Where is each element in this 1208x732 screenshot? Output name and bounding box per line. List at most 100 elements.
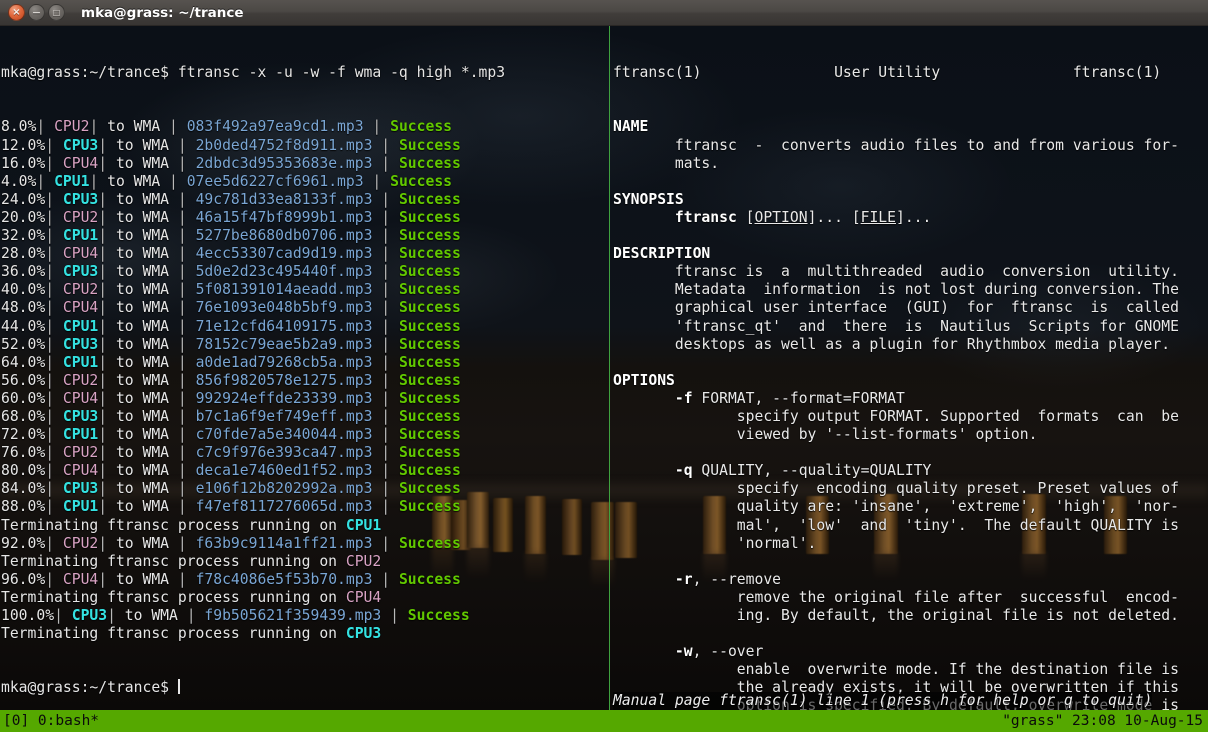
status-badge: Success	[398, 335, 461, 353]
status-badge: Success	[398, 426, 461, 444]
conversion-row: 76.0%| CPU2| to WMA | c7c9f976e393ca47.m…	[1, 444, 609, 462]
pane-manpage[interactable]: ftransc(1) User Utility ftransc(1) NAME …	[610, 26, 1208, 710]
conversion-row: 72.0%| CPU1| to WMA | c70fde7a5e340044.m…	[1, 426, 609, 444]
field-separator: |	[45, 263, 55, 281]
field-separator: |	[45, 353, 55, 371]
field-separator: |	[45, 498, 55, 516]
man-blank-line	[613, 553, 1208, 571]
man-option-flag: -w	[674, 643, 693, 661]
target-format: to WMA	[107, 498, 178, 516]
field-separator: |	[177, 299, 196, 317]
man-body-line: ftransc - converts audio files to and fr…	[613, 137, 1208, 155]
tmux-window-list[interactable]: [0] 0:bash*	[3, 710, 99, 732]
field-separator: |	[45, 335, 55, 353]
conversion-row: 28.0%| CPU4| to WMA | 4ecc53307cad9d19.m…	[1, 245, 609, 263]
maximize-button[interactable]: □	[48, 4, 65, 21]
man-heading-text: SYNOPSIS	[613, 190, 684, 208]
field-separator: |	[372, 227, 399, 245]
field-separator: |	[177, 208, 196, 226]
man-body-text: specify encoding quality preset. Preset …	[613, 480, 1179, 498]
progress-percent: 100.0%	[1, 607, 55, 624]
source-filename: f63b9c9114a1ff21.mp3	[195, 534, 373, 552]
source-filename: c70fde7a5e340044.mp3	[195, 426, 373, 444]
cpu-label: CPU3	[62, 335, 99, 353]
field-separator: |	[169, 118, 187, 136]
field-separator: |	[54, 607, 63, 624]
command-line: mka@grass:~/trance$ ftransc -x -u -w -f …	[1, 64, 609, 82]
man-body-line: desktops as well as a plugin for Rhythmb…	[613, 336, 1208, 354]
field-separator: |	[45, 407, 55, 425]
conversion-row: 56.0%| CPU2| to WMA | 856f9820578e1275.m…	[1, 372, 609, 390]
field-separator: |	[98, 227, 108, 245]
man-body-line: ftransc is a multithreaded audio convers…	[613, 263, 1208, 281]
man-status-row: Manual page ftransc(1) line 1 (press h f…	[613, 691, 1153, 710]
progress-percent: 44.0%	[1, 317, 46, 335]
status-badge: Success	[398, 353, 461, 371]
source-filename: 5d0e2d23c495440f.mp3	[195, 263, 373, 281]
target-format: to WMA	[107, 136, 178, 154]
man-option-definition: -f FORMAT, --format=FORMAT	[613, 390, 1208, 408]
field-separator: |	[372, 281, 399, 299]
cpu-label: CPU4	[62, 245, 99, 263]
man-body-line: specify output FORMAT. Supported formats…	[613, 408, 1208, 426]
source-filename: f47ef8117276065d.mp3	[195, 498, 373, 516]
tmux-status-bar[interactable]: [0] 0:bash* "grass" 23:08 10-Aug-15	[0, 710, 1208, 732]
man-option-flag: -q	[674, 462, 693, 480]
conversion-row: 100.0%| CPU3| to WMA | f9b505621f359439.…	[1, 607, 609, 625]
terminate-row: Terminating ftransc process running on C…	[1, 553, 609, 571]
field-separator: |	[98, 136, 108, 154]
terminal-body: mka@grass:~/trance$ ftransc -x -u -w -f …	[0, 26, 1208, 710]
man-option-rest: FORMAT, --format=FORMAT	[692, 389, 905, 407]
field-separator: |	[98, 245, 108, 263]
target-format: to WMA	[107, 227, 178, 245]
terminate-message: Terminating ftransc process running on	[1, 516, 346, 534]
source-filename: deca1e7460ed1f52.mp3	[195, 462, 373, 480]
field-separator: |	[45, 389, 55, 407]
field-separator: |	[98, 462, 108, 480]
minimize-button[interactable]: −	[28, 4, 45, 21]
man-option-flag: -r	[674, 570, 693, 588]
source-filename: b7c1a6f9ef749eff.mp3	[195, 407, 373, 425]
man-content: NAME ftransc - converts audio files to a…	[613, 118, 1208, 710]
field-separator: |	[98, 281, 108, 299]
man-synopsis-arg: OPTION	[754, 208, 808, 226]
close-icon: ×	[12, 6, 21, 18]
man-header-right: ftransc(1)	[1072, 64, 1162, 82]
target-format: to WMA	[107, 190, 178, 208]
cpu-label: CPU4	[62, 570, 99, 588]
close-button[interactable]: ×	[8, 4, 25, 21]
window-controls: × − □	[0, 4, 65, 21]
status-badge: Success	[398, 190, 461, 208]
progress-percent: 24.0%	[1, 190, 46, 208]
man-synopsis-arg: FILE	[860, 208, 896, 226]
cpu-label: CPU2	[54, 118, 90, 136]
man-synopsis-command: ftransc	[674, 208, 737, 226]
status-badge: Success	[390, 118, 453, 136]
man-body-text: 'ftransc_qt' and there is Nautilus Scrip…	[613, 317, 1179, 335]
source-filename: e106f12b8202992a.mp3	[195, 480, 373, 498]
man-section-heading: NAME	[613, 118, 1208, 136]
cpu-label: CPU1	[62, 353, 99, 371]
source-filename: 5277be8680db0706.mp3	[195, 227, 373, 245]
man-option-definition: -w, --over	[613, 643, 1208, 661]
man-body-line: graphical user interface (GUI) for ftran…	[613, 299, 1208, 317]
man-body-line: viewed by '--list-formats' option.	[613, 426, 1208, 444]
field-separator: |	[177, 136, 196, 154]
cpu-label: CPU1	[62, 317, 99, 335]
terminate-message: Terminating ftransc process running on	[1, 552, 346, 570]
man-header: ftransc(1) User Utility ftransc(1)	[613, 64, 1208, 82]
cpu-label: CPU2	[62, 208, 99, 226]
status-badge: Success	[407, 607, 470, 624]
man-option-rest: , --over	[692, 643, 764, 661]
cpu-label: CPU2	[62, 281, 99, 299]
source-filename: 49c781d33ea8133f.mp3	[195, 190, 373, 208]
man-header-left: ftransc(1)	[613, 64, 702, 82]
man-option-rest: QUALITY, --quality=QUALITY	[692, 462, 932, 480]
field-separator: |	[177, 498, 196, 516]
field-separator: |	[177, 534, 196, 552]
progress-percent: 68.0%	[1, 407, 46, 425]
man-blank-line	[613, 227, 1208, 245]
pane-shell[interactable]: mka@grass:~/trance$ ftransc -x -u -w -f …	[0, 26, 609, 710]
man-heading-text: DESCRIPTION	[613, 245, 711, 263]
status-badge: Success	[398, 407, 461, 425]
